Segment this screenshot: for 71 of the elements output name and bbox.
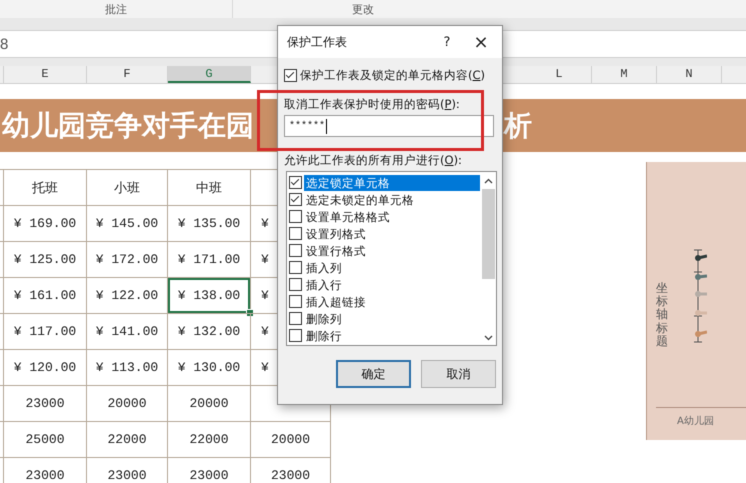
banner-title: 幼儿园竞争对手在园 [2,108,254,144]
column-header[interactable]: L [527,66,592,83]
table-cell[interactable]: ¥ 125.00 [4,241,87,277]
table-cell[interactable]: ¥ 117.00 [4,313,87,349]
checkbox[interactable] [289,193,302,206]
table-cell[interactable]: 25000 [4,421,87,457]
table-cell[interactable]: ¥ 113.00 [87,349,168,385]
help-button[interactable]: ? [432,30,462,54]
checkbox[interactable] [289,329,302,342]
list-item[interactable]: 插入超链接 [304,294,368,310]
permissions-label: 允许此工作表的所有用户进行(O): [284,153,463,167]
table-cell[interactable]: 20000 [168,385,251,421]
table-cell[interactable]: 23000 [4,457,87,483]
password-field[interactable]: ****** [284,115,494,137]
list-item[interactable]: 插入行 [304,276,344,292]
scroll-down-icon[interactable] [484,335,492,341]
list-item[interactable]: 设置列格式 [304,226,368,242]
table-cell[interactable]: 23000 [4,385,87,421]
table-cell[interactable]: ¥ 120.00 [4,349,87,385]
table-cell[interactable]: ¥ 130.00 [168,349,251,385]
scroll-up-icon[interactable] [484,178,492,184]
checkbox[interactable] [289,295,302,308]
table-cell[interactable]: 22000 [87,421,168,457]
table-cell[interactable]: ¥ 132.00 [168,313,251,349]
checkbox[interactable] [289,261,302,274]
dialog-button[interactable]: 取消 [421,360,496,388]
list-item[interactable]: 设置行格式 [304,242,368,258]
ribbon-group-label: 更改 [351,2,375,18]
table-cell[interactable]: 托班 [4,169,87,205]
checkbox[interactable] [289,244,302,257]
checkbox[interactable] [289,312,302,325]
checkbox[interactable] [284,69,297,82]
list-item[interactable]: 删除行 [304,328,344,344]
dialog-button[interactable]: 确定 [336,360,411,388]
list-item[interactable]: 选定未锁定的单元格 [304,192,416,208]
column-header[interactable]: M [592,66,657,83]
dialog-title: 保护工作表 [287,34,348,50]
table-cell[interactable]: ¥ 138.00 [168,277,251,313]
table-cell[interactable]: ¥ 135.00 [168,205,251,241]
table-cell[interactable]: 小班 [87,169,168,205]
password-label: 取消工作表保护时使用的密码(P): [284,97,461,111]
checkbox[interactable] [289,176,302,189]
close-button[interactable]: × [466,30,496,54]
checkbox[interactable] [289,278,302,291]
column-header[interactable]: N [657,66,722,83]
table-cell[interactable]: ¥ 161.00 [4,277,87,313]
table-cell[interactable]: 20000 [251,421,331,457]
table-cell[interactable]: ¥ 171.00 [168,241,251,277]
checkbox-label: 保护工作表及锁定的单元格内容(C) [300,68,486,83]
column-header[interactable]: E [4,66,87,83]
list-item[interactable]: 选定锁定单元格 [304,174,480,190]
list-item[interactable]: 插入列 [304,260,344,276]
table-cell[interactable]: 23000 [251,457,331,483]
table-cell[interactable]: 22000 [168,421,251,457]
table-cell[interactable]: 23000 [168,457,251,483]
checkbox[interactable] [289,210,302,223]
axis-label: A幼儿园 [677,414,714,428]
table-cell[interactable]: ¥ 169.00 [4,205,87,241]
list-item[interactable]: 设置单元格格式 [304,208,392,224]
column-header[interactable]: G [168,66,251,83]
banner-title: 析 [504,108,532,144]
table-cell[interactable]: 23000 [87,457,168,483]
table-cell[interactable]: 20000 [87,385,168,421]
table-cell[interactable]: ¥ 172.00 [87,241,168,277]
table-cell[interactable]: ¥ 145.00 [87,205,168,241]
table-cell[interactable]: ¥ 122.00 [87,277,168,313]
table-cell[interactable]: 中班 [168,169,251,205]
table-cell[interactable]: ¥ 141.00 [87,313,168,349]
axis-title: 坐标轴标题 [656,282,668,348]
list-item[interactable]: 删除列 [304,310,344,326]
checkbox[interactable] [289,227,302,240]
